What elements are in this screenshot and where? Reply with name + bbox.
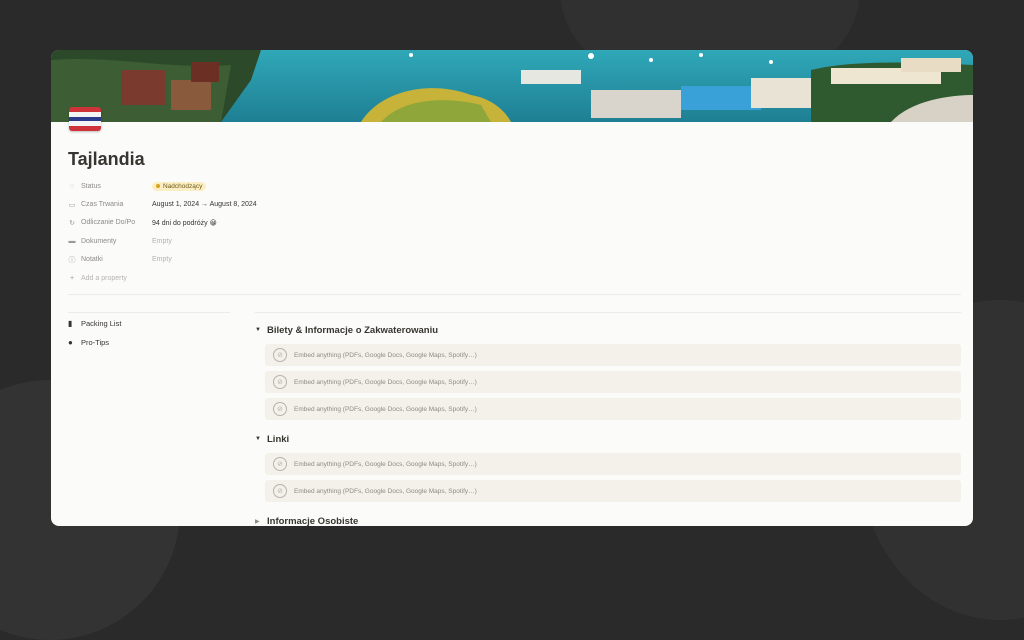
property-value[interactable]: 94 dni do podróży 😀: [152, 219, 217, 227]
toggle-open-icon[interactable]: ▼: [255, 327, 267, 333]
section-title: Informacje Osobiste: [267, 515, 359, 527]
embed-block[interactable]: ⊘ Embed anything (PDFs, Google Docs, Goo…: [265, 398, 961, 420]
property-key-label: Notatki: [81, 256, 103, 264]
property-key: ▬ Dokumenty: [68, 237, 152, 245]
section-title: Linki: [267, 433, 290, 445]
embed-placeholder: Embed anything (PDFs, Google Docs, Googl…: [294, 487, 477, 495]
thailand-flag-icon[interactable]: [69, 107, 101, 131]
add-property-button[interactable]: + Add a property: [68, 269, 948, 287]
plus-icon: +: [69, 274, 75, 282]
embed-block[interactable]: ⊘ Embed anything (PDFs, Google Docs, Goo…: [265, 371, 961, 393]
embed-block[interactable]: ⊘ Embed anything (PDFs, Google Docs, Goo…: [265, 453, 961, 475]
property-key: ▭ Czas Trwania: [68, 201, 152, 209]
content-divider: [255, 312, 961, 313]
property-odliczanie[interactable]: ↻ Odliczanie Do/Po 94 dni do podróży 😀: [68, 214, 948, 232]
notion-page-window: Tajlandia ◌ Status Nadchodzący ▭ Czas Tr…: [51, 50, 973, 526]
status-badge-label: Nadchodzący: [163, 182, 203, 190]
countdown-icon: ↻: [69, 219, 75, 227]
sidebar: ▮ Packing List ● Pro-Tips: [68, 312, 230, 350]
compass-icon: ⊘: [273, 375, 287, 389]
toggle-heading-linki[interactable]: ▼ Linki: [255, 430, 961, 448]
embed-placeholder: Embed anything (PDFs, Google Docs, Googl…: [294, 351, 477, 359]
compass-icon: ⊘: [273, 348, 287, 362]
property-key-label: Czas Trwania: [81, 201, 124, 209]
property-key-label: Status: [81, 182, 101, 190]
property-value[interactable]: Empty: [152, 238, 172, 245]
property-value[interactable]: Empty: [152, 256, 172, 263]
add-property-label: Add a property: [81, 274, 127, 282]
cover-image[interactable]: [51, 50, 973, 122]
status-dot-icon: [156, 184, 160, 189]
calendar-icon: ▭: [68, 201, 76, 209]
property-notatki[interactable]: ⓘ Notatki Empty: [68, 251, 948, 269]
properties-divider: [68, 294, 961, 295]
main-content: ▼ Bilety & Informacje o Zakwaterowaniu ⊘…: [255, 321, 961, 526]
status-icon: ◌: [69, 182, 75, 190]
embed-block[interactable]: ⊘ Embed anything (PDFs, Google Docs, Goo…: [265, 480, 961, 502]
sidebar-item-label: Packing List: [81, 319, 122, 328]
embed-placeholder: Embed anything (PDFs, Google Docs, Googl…: [294, 460, 477, 468]
sidebar-item-label: Pro-Tips: [81, 338, 110, 347]
compass-icon: ⊘: [273, 457, 287, 471]
properties-list: ◌ Status Nadchodzący ▭ Czas Trwania Augu…: [68, 177, 948, 287]
property-value[interactable]: Nadchodzący: [152, 181, 207, 191]
info-icon: ⓘ: [68, 256, 76, 264]
folder-icon: ▬: [68, 237, 76, 245]
embed-placeholder: Embed anything (PDFs, Google Docs, Googl…: [294, 405, 477, 413]
compass-icon: ⊘: [273, 484, 287, 498]
toggle-closed-icon[interactable]: ▶: [255, 518, 267, 525]
sidebar-item-pro-tips[interactable]: ● Pro-Tips: [68, 335, 230, 350]
toggle-open-icon[interactable]: ▼: [255, 436, 267, 442]
section-title: Bilety & Informacje o Zakwaterowaniu: [267, 324, 439, 336]
embed-block[interactable]: ⊘ Embed anything (PDFs, Google Docs, Goo…: [265, 344, 961, 366]
property-status[interactable]: ◌ Status Nadchodzący: [68, 177, 948, 195]
add-property: + Add a property: [68, 274, 127, 282]
property-key: ↻ Odliczanie Do/Po: [68, 219, 152, 227]
property-key: ⓘ Notatki: [68, 256, 152, 264]
status-badge[interactable]: Nadchodzący: [152, 181, 207, 191]
toggle-heading-informacje-osobiste[interactable]: ▶ Informacje Osobiste: [255, 512, 961, 527]
property-key-label: Odliczanie Do/Po: [81, 219, 136, 227]
property-value[interactable]: August 1, 2024 → August 8, 2024: [152, 201, 257, 208]
property-dokumenty[interactable]: ▬ Dokumenty Empty: [68, 232, 948, 250]
embed-placeholder: Embed anything (PDFs, Google Docs, Googl…: [294, 378, 477, 386]
toggle-heading-bilety[interactable]: ▼ Bilety & Informacje o Zakwaterowaniu: [255, 321, 961, 339]
compass-icon: ⊘: [273, 402, 287, 416]
cover-image-art: [51, 50, 973, 122]
property-key-label: Dokumenty: [81, 237, 117, 245]
property-czas-trwania[interactable]: ▭ Czas Trwania August 1, 2024 → August 8…: [68, 195, 948, 213]
luggage-icon: ▮: [68, 319, 73, 328]
property-key: ◌ Status: [68, 182, 152, 190]
sidebar-item-packing-list[interactable]: ▮ Packing List: [68, 316, 230, 331]
page-title[interactable]: Tajlandia: [68, 149, 145, 170]
lightbulb-icon: ●: [68, 338, 73, 347]
